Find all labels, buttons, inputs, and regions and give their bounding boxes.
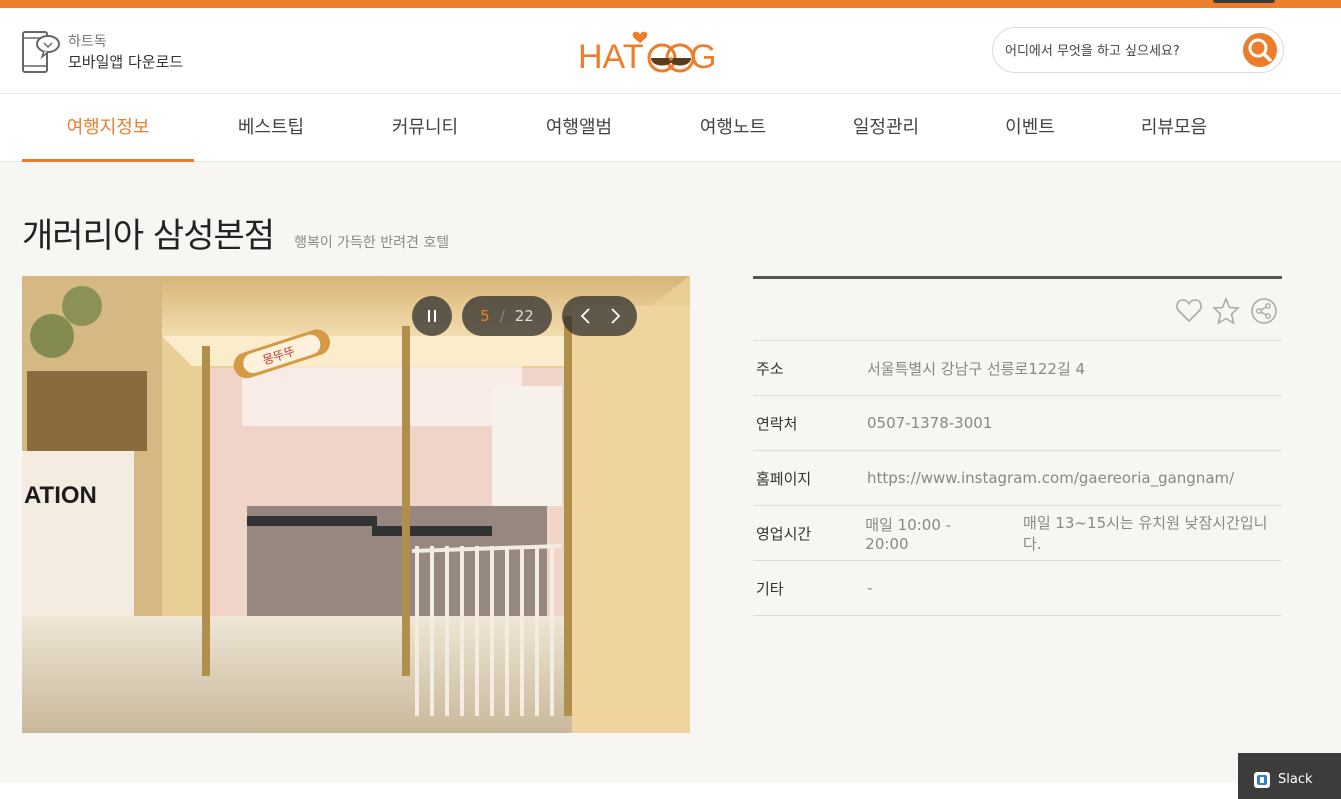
hatdog-logo[interactable]: HAT G bbox=[578, 28, 718, 78]
bookmark-button[interactable] bbox=[1212, 296, 1240, 325]
search-box bbox=[992, 27, 1284, 73]
chevron-left-icon bbox=[580, 308, 590, 324]
slide-separator: / bbox=[499, 307, 505, 325]
info-row-phone: 연락처 0507-1378-3001 bbox=[753, 396, 1282, 451]
like-button[interactable] bbox=[1175, 297, 1203, 325]
info-row-homepage: 홈페이지 https://www.instagram.com/gaereoria… bbox=[753, 451, 1282, 506]
star-icon bbox=[1212, 296, 1240, 325]
top-tab-handle bbox=[1213, 0, 1275, 3]
slide-counter: 5 / 22 bbox=[462, 296, 552, 336]
heart-icon bbox=[1176, 299, 1202, 323]
site-header: 하트독 모바일앱 다운로드 HAT G bbox=[0, 8, 1341, 94]
photo-slider[interactable]: ATION 몽뚜뚜 5 / 22 bbox=[22, 276, 690, 733]
main-nav: 여행지정보 베스트팁 커뮤니티 여행앨범 여행노트 일정관리 이벤트 리뷰모음 bbox=[0, 95, 1341, 162]
nav-item-travel-note[interactable]: 여행노트 bbox=[656, 95, 810, 161]
page-subtitle: 행복이 가득한 반려견 호텔 bbox=[294, 235, 450, 251]
place-info-panel: 주소 서울특별시 강남구 선릉로122길 4 연락처 0507-1378-300… bbox=[753, 276, 1282, 616]
info-note: 매일 13~15시는 유치원 낮잠시간입니다. bbox=[1023, 514, 1268, 553]
info-row-hours: 영업시간 매일 10:00 - 20:00 매일 13~15시는 유치원 낮잠시… bbox=[753, 506, 1282, 561]
app-download-line2: 모바일앱 다운로드 bbox=[68, 53, 184, 71]
page-title: 개러리아 삼성본점 bbox=[22, 216, 275, 256]
nav-item-community[interactable]: 커뮤니티 bbox=[348, 95, 502, 161]
nav-item-travel-album[interactable]: 여행앨범 bbox=[502, 95, 656, 161]
info-label: 주소 bbox=[756, 359, 784, 378]
slack-label: Slack bbox=[1278, 772, 1313, 787]
info-label: 연락처 bbox=[756, 414, 798, 433]
info-value: - bbox=[867, 579, 873, 597]
next-slide-button[interactable] bbox=[599, 296, 636, 336]
info-value: 서울특별시 강남구 선릉로122길 4 bbox=[867, 359, 1086, 378]
app-download-link[interactable]: 하트독 모바일앱 다운로드 bbox=[22, 30, 183, 74]
nav-item-schedule[interactable]: 일정관리 bbox=[810, 95, 962, 161]
search-button[interactable] bbox=[1243, 33, 1277, 67]
chevron-right-icon bbox=[611, 308, 621, 324]
footer-strip bbox=[0, 783, 1341, 799]
info-label: 기타 bbox=[756, 579, 784, 598]
search-input[interactable] bbox=[1005, 40, 1235, 62]
prev-slide-button[interactable] bbox=[564, 296, 601, 336]
phone-download-icon bbox=[22, 30, 60, 74]
pause-button[interactable] bbox=[412, 296, 452, 336]
info-row-etc: 기타 - bbox=[753, 561, 1282, 616]
slide-current: 5 bbox=[480, 307, 490, 325]
share-button[interactable] bbox=[1250, 297, 1278, 325]
slack-taskbar-button[interactable]: Slack bbox=[1238, 753, 1341, 799]
info-value: 매일 10:00 - 20:00 bbox=[865, 515, 952, 553]
slide-total: 22 bbox=[514, 307, 534, 325]
top-accent-bar bbox=[0, 0, 1341, 8]
svg-text:G: G bbox=[690, 38, 716, 76]
svg-text:HAT: HAT bbox=[578, 38, 643, 76]
nav-item-destination-info[interactable]: 여행지정보 bbox=[22, 95, 194, 162]
place-detail: 개러리아 삼성본점 행복이 가득한 반려견 호텔 ATION 몽뚜뚜 5 / 2… bbox=[0, 162, 1341, 783]
place-photo: ATION 몽뚜뚜 bbox=[22, 276, 690, 733]
info-label: 영업시간 bbox=[756, 524, 812, 543]
nav-item-event[interactable]: 이벤트 bbox=[962, 95, 1098, 161]
slack-icon bbox=[1254, 772, 1270, 788]
search-icon bbox=[1248, 38, 1272, 62]
photo-wall-text: ATION bbox=[24, 482, 97, 509]
info-row-address: 주소 서울특별시 강남구 선릉로122길 4 bbox=[753, 341, 1282, 396]
title-row: 개러리아 삼성본점 행복이 가득한 반려견 호텔 bbox=[22, 208, 449, 257]
nav-item-reviews[interactable]: 리뷰모음 bbox=[1098, 95, 1250, 161]
share-icon bbox=[1251, 298, 1277, 324]
slide-arrows bbox=[562, 296, 637, 336]
homepage-link[interactable]: https://www.instagram.com/gaereoria_gang… bbox=[867, 469, 1234, 487]
info-label: 홈페이지 bbox=[756, 469, 812, 488]
nav-item-best-tips[interactable]: 베스트팁 bbox=[194, 95, 348, 161]
info-value[interactable]: 0507-1378-3001 bbox=[867, 414, 992, 432]
app-download-line1: 하트독 bbox=[68, 34, 107, 50]
pause-icon bbox=[428, 310, 436, 322]
action-icons bbox=[753, 279, 1282, 341]
